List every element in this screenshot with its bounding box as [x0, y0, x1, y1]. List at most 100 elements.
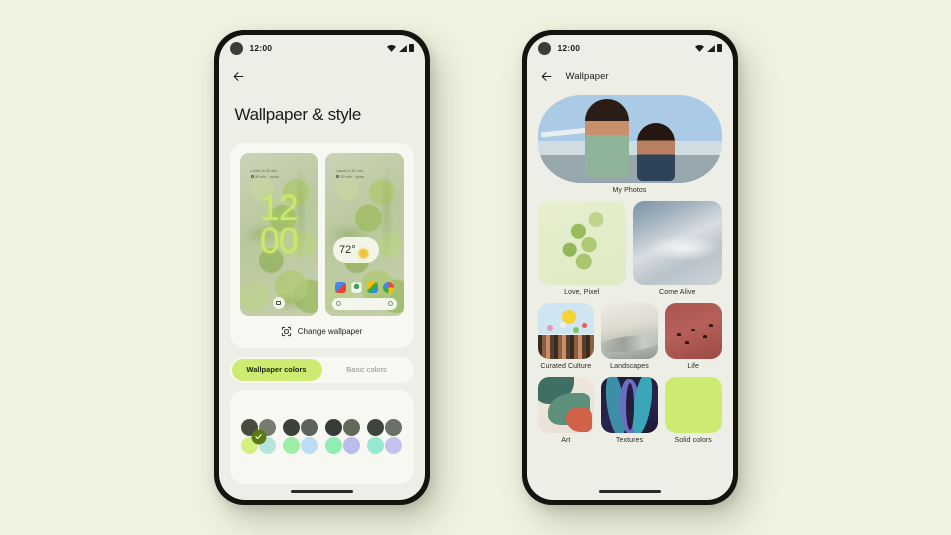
screenshot-canvas: 12:00 Wallpaper & style Lunch in 30 min …	[0, 0, 951, 535]
category-card-textures[interactable]: Textures	[601, 377, 658, 444]
solid-colors-thumbnail	[664, 377, 722, 433]
life-label: Life	[687, 363, 700, 370]
back-arrow-icon[interactable]	[540, 70, 553, 83]
category-card-curated-culture[interactable]: Curated Culture	[537, 303, 595, 370]
phone-left-screen: 12:00 Wallpaper & style Lunch in 30 min …	[218, 35, 425, 500]
my-photos-thumbnail[interactable]	[537, 95, 722, 183]
wallpaper-category-list[interactable]: My Photos Love, Pixel Come Alive Curated…	[527, 91, 733, 484]
come-alive-thumbnail	[633, 201, 722, 285]
clock-minutes: 00	[259, 219, 299, 261]
my-photos-label: My Photos	[612, 187, 647, 194]
camera-punchhole	[229, 41, 243, 55]
category-row-2: Curated Culture Landscapes Life	[537, 303, 722, 370]
app-bar-title: Wallpaper	[565, 70, 609, 82]
color-swatch-4[interactable]	[366, 418, 403, 455]
swatch-color-1	[282, 418, 300, 436]
category-card-landscapes[interactable]: Landscapes	[601, 303, 658, 370]
category-card-solid-colors[interactable]: Solid colors	[664, 377, 722, 444]
curated-culture-thumbnail	[537, 303, 595, 359]
home-meta-line-2: 30 min · zoom	[336, 174, 365, 180]
lock-screen-meta: Lunch in 30 min 30 min · zoom	[250, 168, 280, 180]
landscapes-label: Landscapes	[610, 363, 649, 370]
lock-screen-preview[interactable]: Lunch in 30 min 30 min · zoom 12 00	[239, 152, 318, 316]
category-card-love-pixel[interactable]: Love, Pixel	[537, 201, 626, 296]
flower-icon	[546, 325, 553, 332]
color-mode-segmented-control: Wallpaper colors Basic colors	[229, 356, 414, 383]
bird-icon	[685, 341, 690, 344]
weather-temperature: 72°	[339, 243, 356, 256]
flower-icon	[572, 326, 579, 333]
color-swatch-3[interactable]	[324, 418, 361, 455]
lock-meta-line-2-text: 30 min · zoom	[255, 174, 280, 179]
google-g-icon	[336, 301, 341, 307]
status-bar-clock: 12:00	[557, 43, 581, 53]
phone-left-wallpaper-and-style: 12:00 Wallpaper & style Lunch in 30 min …	[213, 30, 430, 505]
swatch-color-4	[385, 437, 402, 455]
my-photos-card[interactable]: My Photos	[537, 95, 722, 194]
flower-icon	[581, 323, 587, 329]
swatch-color-4	[301, 437, 318, 455]
home-screen-preview[interactable]: Lunch in 30 min 30 min · zoom 72°	[325, 152, 404, 316]
tab-wallpaper-colors-label: Wallpaper colors	[246, 365, 307, 375]
change-wallpaper-button[interactable]: Change wallpaper	[240, 316, 404, 348]
check-icon	[251, 429, 266, 445]
change-wallpaper-label: Change wallpaper	[297, 327, 363, 337]
home-indicator	[290, 490, 353, 493]
tab-basic-colors-label: Basic colors	[346, 365, 387, 375]
tab-basic-colors[interactable]: Basic colors	[322, 359, 412, 381]
back-arrow-icon[interactable]	[232, 70, 245, 83]
category-row-1: Love, Pixel Come Alive	[537, 201, 722, 296]
category-card-come-alive[interactable]: Come Alive	[633, 201, 722, 296]
gmail-icon[interactable]	[334, 281, 346, 293]
status-bar: 12:00	[527, 35, 733, 61]
hands-illustration	[537, 335, 595, 359]
phone-right-wallpaper-picker: 12:00 Wallpaper My Photos Love, Pixel Co…	[521, 30, 738, 505]
signal-icon	[706, 44, 715, 52]
photos-icon[interactable]	[350, 281, 362, 293]
maps-icon[interactable]	[366, 281, 378, 293]
solid-colors-label: Solid colors	[674, 437, 712, 444]
camera-icon[interactable]	[272, 296, 285, 309]
bird-icon	[709, 324, 714, 327]
page-title: Wallpaper & style	[234, 105, 362, 124]
chrome-icon[interactable]	[382, 281, 394, 293]
category-card-art[interactable]: Art	[537, 377, 595, 444]
app-bar: Wallpaper	[527, 61, 733, 91]
curated-culture-label: Curated Culture	[540, 363, 592, 370]
mic-icon	[387, 301, 393, 307]
life-thumbnail	[664, 303, 722, 359]
love-pixel-label: Love, Pixel	[564, 289, 600, 296]
sun-icon	[358, 248, 368, 258]
status-bar-icons	[387, 44, 414, 52]
color-swatch-1[interactable]	[240, 418, 277, 455]
wifi-icon	[387, 44, 396, 52]
status-bar-icons	[695, 44, 722, 52]
photo-subject-2	[636, 123, 675, 181]
status-bar-clock: 12:00	[249, 43, 273, 53]
textures-label: Textures	[615, 437, 644, 444]
status-bar: 12:00	[219, 35, 425, 61]
wallpaper-icon	[281, 326, 291, 337]
bird-icon	[677, 333, 682, 336]
home-indicator	[598, 490, 661, 493]
google-search-bar[interactable]	[332, 297, 397, 310]
flower-icon	[560, 322, 567, 329]
color-swatch-2[interactable]	[282, 418, 319, 455]
wallpaper-preview-card: Lunch in 30 min 30 min · zoom 12 00 Lunc…	[229, 142, 414, 348]
weather-widget[interactable]: 72°	[333, 236, 379, 263]
meta-bullet-icon	[250, 175, 254, 179]
swatch-color-2	[385, 418, 402, 436]
swatch-color-1	[324, 418, 342, 436]
textures-thumbnail	[601, 377, 658, 433]
lock-meta-line-2: 30 min · zoom	[250, 174, 280, 180]
bird-icon	[703, 335, 708, 338]
art-label: Art	[561, 437, 571, 444]
swatch-color-2	[301, 418, 318, 436]
meta-bullet-icon	[336, 175, 339, 179]
tab-wallpaper-colors[interactable]: Wallpaper colors	[231, 358, 322, 381]
category-card-life[interactable]: Life	[664, 303, 722, 370]
wifi-icon	[695, 44, 704, 52]
bird-icon	[690, 328, 695, 332]
swatch-color-3	[366, 437, 384, 455]
battery-icon	[717, 44, 722, 52]
